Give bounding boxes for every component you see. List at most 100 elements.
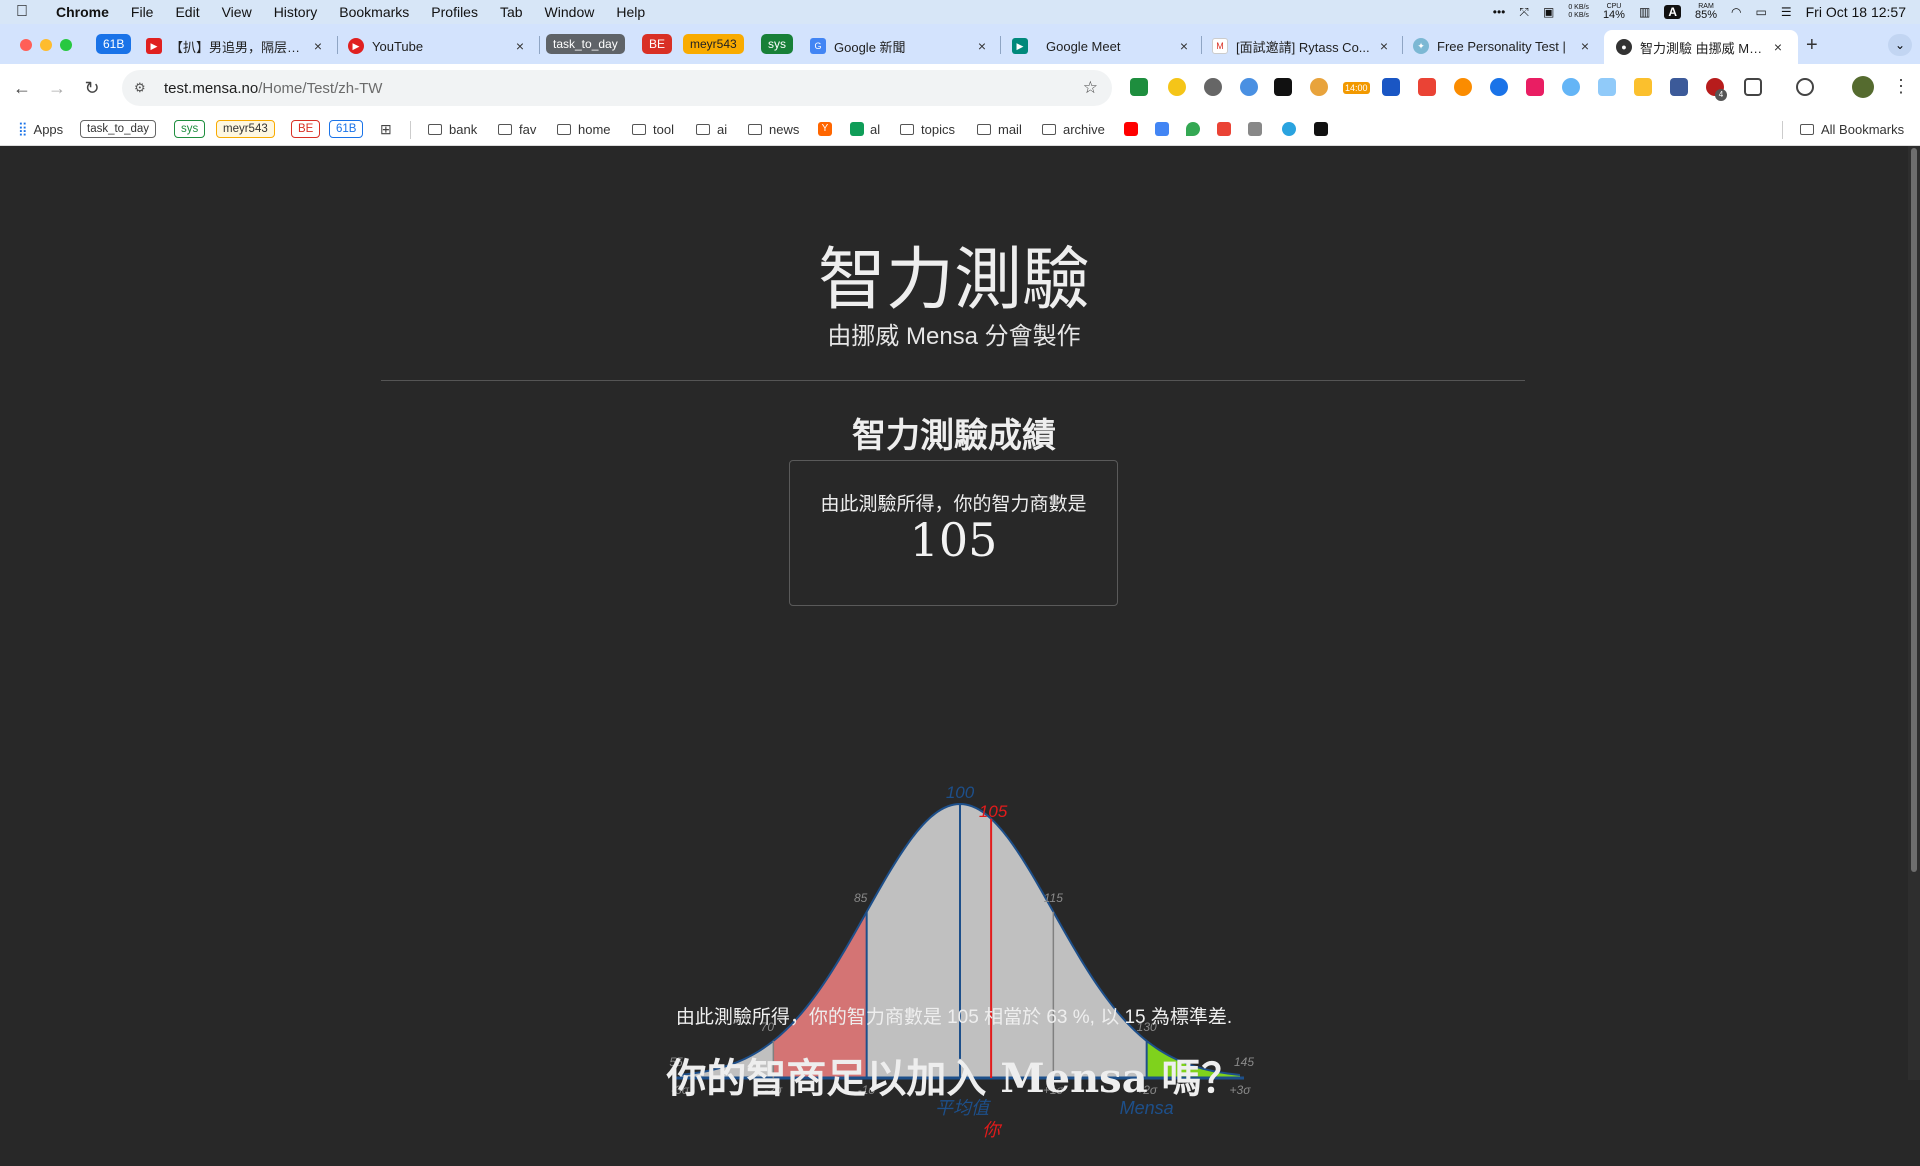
address-bar[interactable]: ⚙ test.mensa.no/Home/Test/zh-TW ☆ — [122, 70, 1112, 106]
tab-group-meyr543[interactable]: meyr543 — [683, 34, 744, 54]
bookmark-al[interactable]: al — [850, 120, 880, 138]
bookmark-folder-news[interactable]: news — [748, 120, 799, 138]
new-tab-button[interactable]: + — [1806, 34, 1818, 57]
bookmark-tag-meyr543[interactable]: meyr543 — [216, 120, 275, 138]
bookmark-folder-bank[interactable]: bank — [428, 120, 477, 138]
page-scrollbar[interactable] — [1908, 146, 1920, 1080]
close-tab-icon[interactable]: × — [512, 38, 528, 54]
arrows-icon[interactable]: ⤧ — [1519, 5, 1529, 20]
memory-icon[interactable]: ▥ — [1639, 5, 1650, 19]
extension-cookie-icon[interactable] — [1310, 78, 1328, 96]
tab-google-news[interactable]: G Google 新聞 × — [810, 30, 990, 62]
tab-bilibili[interactable]: ▶ 【扒】男追男，隔层纱 - × — [146, 30, 326, 62]
forward-arrow-icon[interactable]: → — [45, 76, 69, 100]
bookmark-star-icon[interactable]: ☆ — [1083, 78, 1098, 98]
bookmark-apps[interactable]: ⣿ Apps — [18, 120, 63, 138]
profile-avatar[interactable] — [1852, 76, 1874, 98]
menu-bookmarks[interactable]: Bookmarks — [339, 4, 409, 20]
youtube-bookmark-icon[interactable] — [1124, 122, 1138, 136]
extensions-puzzle-icon[interactable] — [1744, 78, 1762, 96]
bookmark-folder-ai[interactable]: ai — [696, 120, 727, 138]
apps-dots-bookmark-icon[interactable] — [1248, 122, 1262, 136]
bookmark-tag-be[interactable]: BE — [291, 120, 321, 138]
close-window-button[interactable] — [20, 39, 32, 51]
maps-bookmark-icon[interactable] — [1186, 122, 1200, 136]
hacker-news-icon[interactable]: Y — [818, 122, 832, 136]
all-bookmarks[interactable]: All Bookmarks — [1800, 120, 1904, 138]
bookmark-folder-fav[interactable]: fav — [498, 120, 536, 138]
close-tab-icon[interactable]: × — [1577, 38, 1593, 54]
screen-icon[interactable]: ▣ — [1543, 5, 1554, 19]
extension-paint-icon[interactable] — [1418, 78, 1436, 96]
terminal-bookmark-icon[interactable] — [1314, 122, 1328, 136]
input-source-icon[interactable]: A — [1664, 5, 1681, 19]
chrome-menu-icon[interactable]: ⋮ — [1892, 76, 1910, 97]
menu-app-name[interactable]: Chrome — [56, 4, 109, 20]
extension-circle-icon[interactable] — [1490, 78, 1508, 96]
minimize-window-button[interactable] — [40, 39, 52, 51]
tab-mensa-active[interactable]: ● 智力測驗 由挪威 Mensa × — [1604, 30, 1798, 64]
close-tab-icon[interactable]: × — [1176, 38, 1192, 54]
close-tab-icon[interactable]: × — [1770, 39, 1786, 55]
close-tab-icon[interactable]: × — [310, 38, 326, 54]
menu-history[interactable]: History — [274, 4, 318, 20]
tab-group-task-to-day[interactable]: task_to_day — [546, 34, 625, 54]
cpu-value: 14% — [1602, 9, 1625, 21]
close-tab-icon[interactable]: × — [1376, 38, 1392, 54]
extension-key-icon[interactable] — [1634, 78, 1652, 96]
extension-flag-icon[interactable] — [1670, 78, 1688, 96]
extension-clock-badge[interactable]: 14:00 — [1343, 82, 1370, 94]
menu-tab[interactable]: Tab — [500, 4, 523, 20]
tab-search-chevron-icon[interactable]: ⌄ — [1888, 34, 1912, 56]
bookmark-tag-task-to-day[interactable]: task_to_day — [80, 120, 157, 138]
menu-file[interactable]: File — [131, 4, 154, 20]
tab-personality-test[interactable]: ✦ Free Personality Test | × — [1413, 30, 1593, 62]
extension-pink-icon[interactable] — [1526, 78, 1544, 96]
control-center-icon[interactable]: ☰ — [1781, 5, 1792, 19]
sync-icon[interactable] — [1796, 78, 1814, 96]
menu-clock[interactable]: Fri Oct 18 12:57 — [1806, 4, 1906, 20]
menu-view[interactable]: View — [222, 4, 252, 20]
close-tab-icon[interactable]: × — [974, 38, 990, 54]
bookmark-folder-home[interactable]: home — [557, 120, 611, 138]
extension-cloud-icon[interactable] — [1562, 78, 1580, 96]
telegram-bookmark-icon[interactable] — [1282, 122, 1296, 136]
wifi-icon[interactable]: ◠ — [1731, 5, 1741, 19]
extension-at-icon[interactable] — [1168, 78, 1186, 96]
bookmark-folder-mail[interactable]: mail — [977, 120, 1022, 138]
extension-orange-clock-icon[interactable] — [1454, 78, 1472, 96]
tab-gmail-interview[interactable]: M [面試邀請] Rytass Co... × — [1212, 30, 1392, 62]
tab-youtube[interactable]: ▶ YouTube × — [348, 30, 528, 62]
tab-group-61b[interactable]: 61B — [96, 34, 132, 54]
menu-profiles[interactable]: Profiles — [431, 4, 478, 20]
extension-translate-icon[interactable] — [1598, 78, 1616, 96]
apple-menu-icon[interactable]:  — [16, 3, 40, 21]
more-icon[interactable]: ••• — [1493, 5, 1506, 19]
extension-puzzle-green-icon[interactable] — [1130, 78, 1148, 96]
bookmark-tag-sys[interactable]: sys — [174, 120, 206, 138]
menu-edit[interactable]: Edit — [175, 4, 199, 20]
bookmark-folder-archive[interactable]: archive — [1042, 120, 1105, 138]
extension-timer-icon[interactable] — [1240, 78, 1258, 96]
google-meet-favicon-icon: ▶ — [1012, 38, 1028, 54]
tab-group-be[interactable]: BE — [642, 34, 673, 54]
bookmark-folder-tool[interactable]: tool — [632, 120, 674, 138]
extension-blue-icon[interactable] — [1382, 78, 1400, 96]
tab-google-meet[interactable]: ▶ Google Meet × — [1012, 30, 1192, 62]
tab-groups-grid-icon[interactable]: ⊞ — [380, 121, 392, 138]
extension-mouse-icon[interactable] — [1204, 78, 1222, 96]
tab-group-sys[interactable]: sys — [761, 34, 793, 54]
extension-edit-icon[interactable] — [1274, 78, 1292, 96]
bookmark-tag-61b[interactable]: 61B — [329, 120, 364, 138]
site-settings-icon[interactable]: ⚙ — [134, 80, 154, 96]
battery-icon[interactable]: ▭ — [1756, 5, 1767, 19]
scrollbar-thumb[interactable] — [1911, 148, 1917, 872]
menu-window[interactable]: Window — [545, 4, 595, 20]
zoom-window-button[interactable] — [60, 39, 72, 51]
bookmark-folder-topics[interactable]: topics — [900, 120, 955, 138]
reload-icon[interactable]: ↻ — [80, 76, 104, 100]
back-arrow-icon[interactable]: ← — [10, 76, 34, 100]
menu-help[interactable]: Help — [616, 4, 645, 20]
calendar-bookmark-icon[interactable] — [1155, 122, 1169, 136]
gmail-bookmark-icon[interactable] — [1217, 122, 1231, 136]
